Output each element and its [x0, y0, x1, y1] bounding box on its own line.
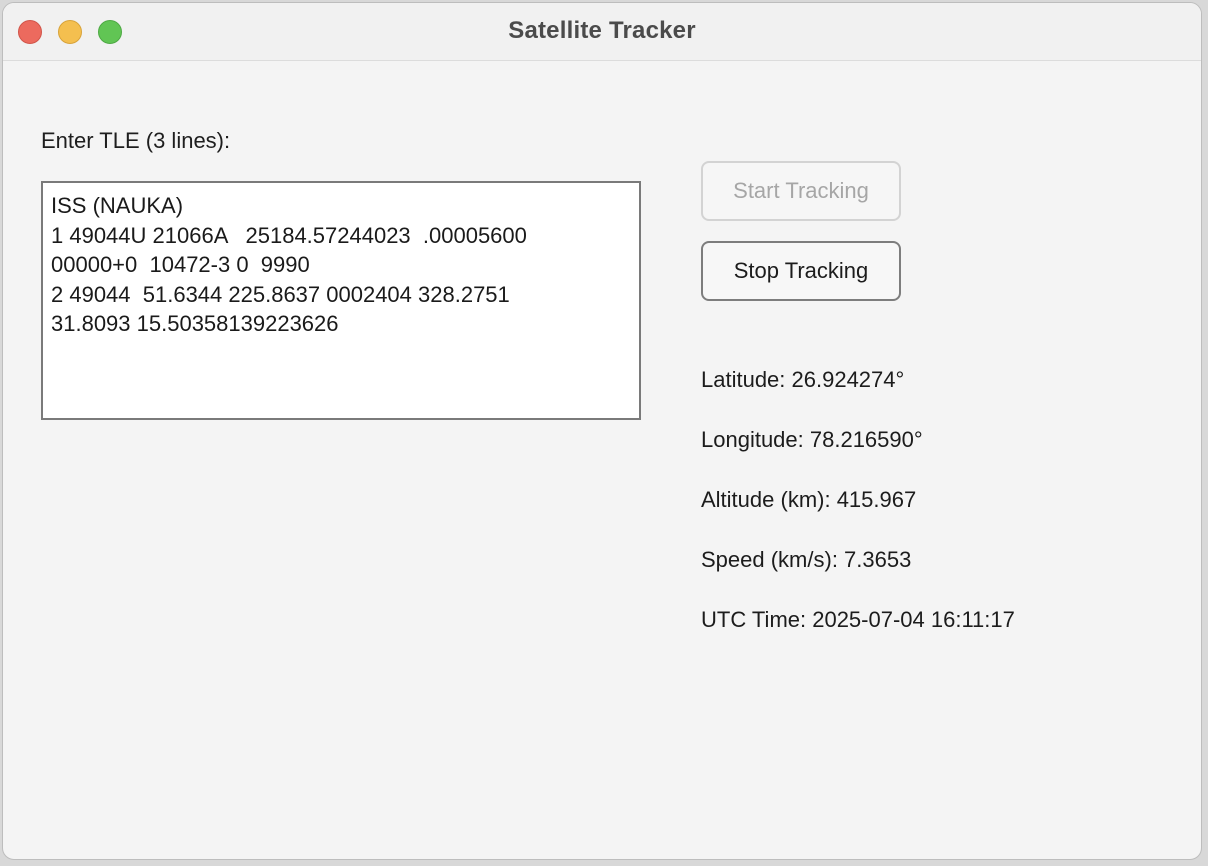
speed-readout: Speed (km/s): 7.3653: [701, 547, 912, 572]
app-window: Satellite Tracker Enter TLE (3 lines): I…: [2, 2, 1202, 860]
tle-input-label: Enter TLE (3 lines):: [41, 128, 231, 153]
latitude-readout: Latitude: 26.924274°: [701, 367, 905, 392]
altitude-readout: Altitude (km): 415.967: [701, 487, 917, 512]
tle-textarea[interactable]: ISS (NAUKA) 1 49044U 21066A 25184.572440…: [41, 181, 641, 420]
stop-tracking-button[interactable]: Stop Tracking: [701, 241, 901, 301]
title-bar[interactable]: Satellite Tracker: [3, 3, 1201, 61]
utc-time-readout: UTC Time: 2025-07-04 16:11:17: [701, 607, 1015, 632]
window-title: Satellite Tracker: [508, 17, 696, 44]
longitude-readout: Longitude: 78.216590°: [701, 427, 923, 452]
start-tracking-button[interactable]: Start Tracking: [701, 161, 901, 221]
